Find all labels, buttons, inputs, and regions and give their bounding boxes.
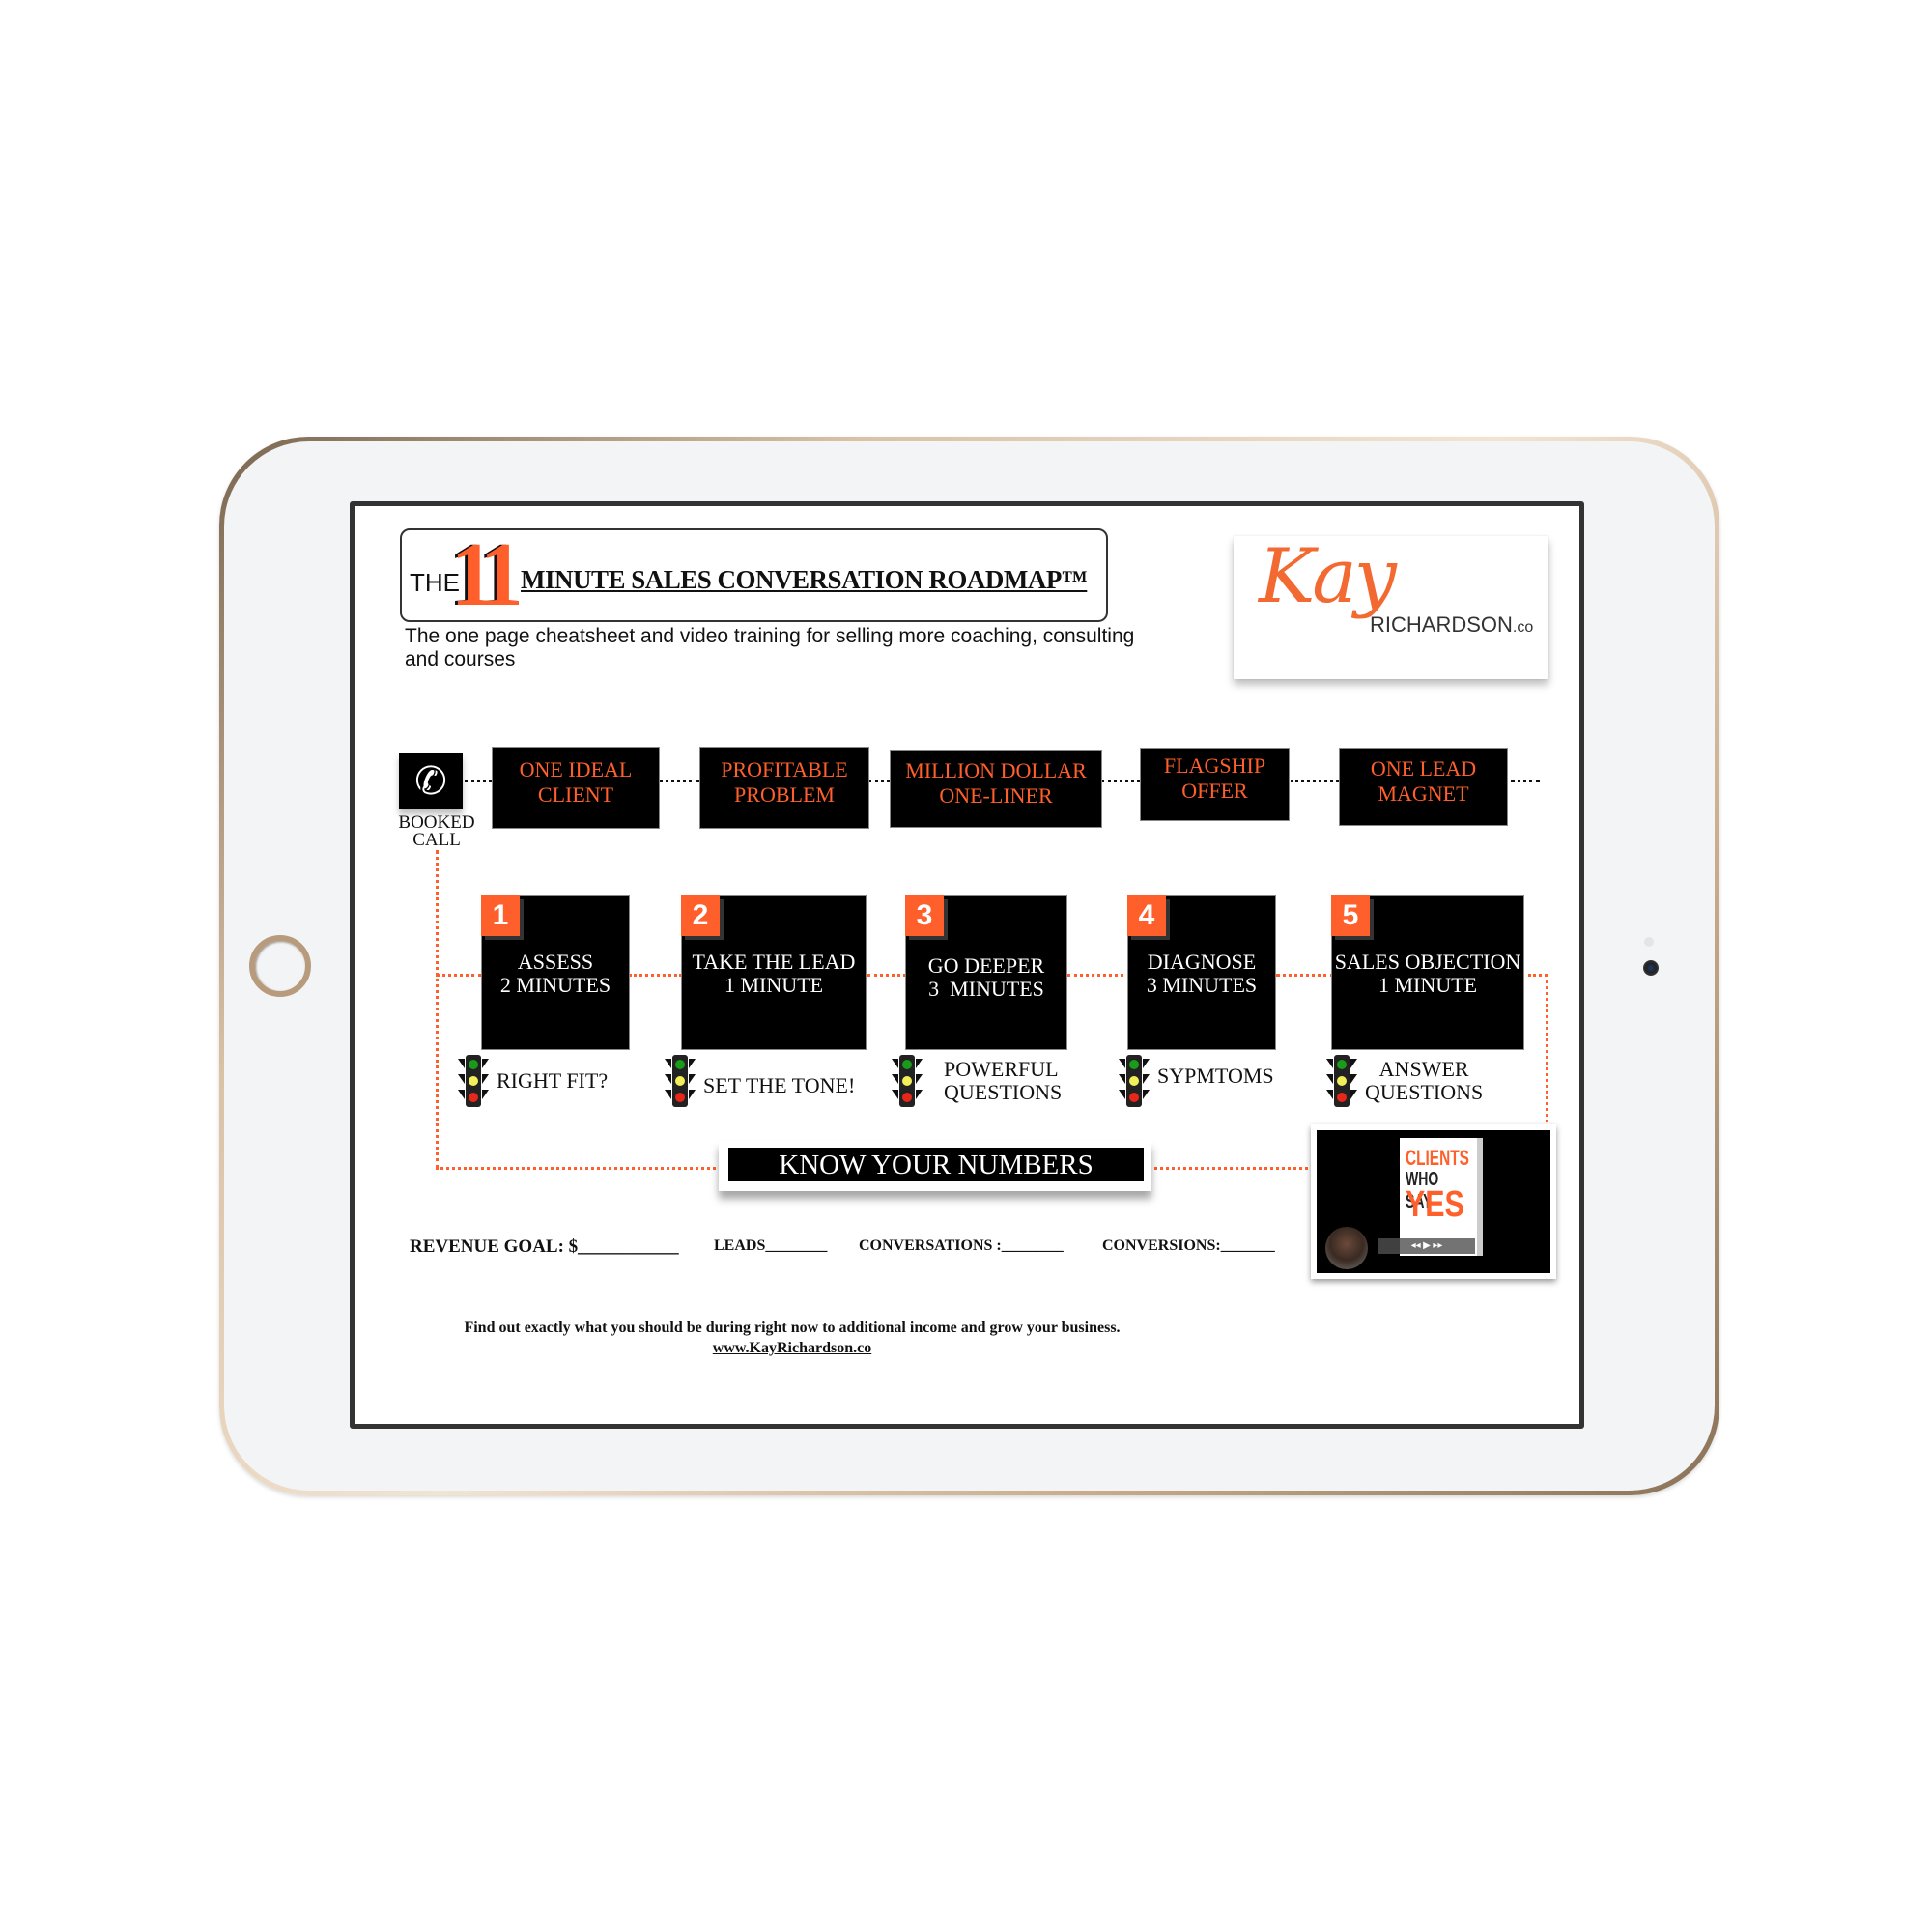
traffic-light-icon — [892, 1055, 923, 1107]
step-number-badge: 4 — [1127, 895, 1166, 936]
conversions-field[interactable]: CONVERSIONS:_______ — [1102, 1237, 1275, 1255]
traffic-light-icon — [1119, 1055, 1150, 1107]
step-duration: 3 MINUTES — [928, 977, 1044, 1001]
step-title: DIAGNOSE — [1147, 950, 1257, 974]
traffic-light-icon — [665, 1055, 696, 1107]
foundation-line1: ONE IDEAL — [519, 756, 633, 781]
traffic-light-icon — [458, 1055, 489, 1107]
hint-text: POWERFUL — [944, 1057, 1059, 1081]
player-controls[interactable]: ◂◂ ▶ ▸▸ — [1378, 1238, 1475, 1254]
hint-set-the-tone: SET THE TONE! — [665, 1055, 855, 1107]
revenue-goal-field[interactable]: REVENUE GOAL: $___________ — [410, 1236, 679, 1258]
foundation-line1: ONE LEAD — [1370, 755, 1477, 781]
hint-text: SYPMTOMS — [1157, 1064, 1274, 1088]
step-assess[interactable]: 1 ASSESS 2 MINUTES — [481, 895, 630, 1050]
path-bottom-left — [436, 1167, 716, 1170]
path-step-connector — [1067, 974, 1130, 977]
step-number-badge: 1 — [481, 895, 520, 936]
path-bottom-right — [1154, 1167, 1314, 1170]
logo-wordmark-text: RICHARDSON — [1370, 612, 1513, 637]
path-left-vertical — [436, 850, 439, 1169]
foundation-flagship-offer[interactable]: FLAGSHIP OFFER — [1140, 748, 1290, 821]
path-step-connector — [867, 974, 906, 977]
step-title: ASSESS — [517, 950, 594, 974]
logo-wordmark: RICHARDSON.co — [1370, 612, 1533, 638]
foundation-line2: CLIENT — [537, 781, 614, 807]
step-title: SALES OBJECTION — [1334, 950, 1521, 974]
footer-text: Find out exactly what you should be duri… — [464, 1320, 1121, 1336]
conversations-field[interactable]: CONVERSATIONS :________ — [859, 1237, 1064, 1255]
step-number-badge: 5 — [1331, 895, 1370, 936]
connector — [1101, 780, 1140, 782]
connector — [465, 780, 492, 782]
light-sensor — [1644, 937, 1654, 947]
step-title: GO DEEPER — [927, 953, 1045, 978]
foundation-line2: PROBLEM — [734, 781, 835, 807]
step-take-the-lead[interactable]: 2 TAKE THE LEAD 1 MINUTE — [681, 895, 867, 1050]
phone-icon: ✆ — [414, 758, 447, 803]
subtitle: The one page cheatsheet and video traini… — [405, 625, 1135, 670]
foundation-ideal-client[interactable]: ONE IDEAL CLIENT — [492, 747, 660, 829]
leads-field[interactable]: LEADS________ — [714, 1237, 827, 1255]
hint-text: QUESTIONS — [944, 1080, 1063, 1104]
presenter-avatar — [1325, 1227, 1368, 1269]
foundation-line1: MILLION DOLLAR — [905, 757, 1087, 782]
connector — [1511, 780, 1540, 782]
footer: Find out exactly what you should be duri… — [425, 1318, 1159, 1358]
booked-call-button[interactable]: ✆ — [399, 753, 463, 809]
foundation-line1: FLAGSHIP — [1163, 753, 1266, 778]
hint-text: QUESTIONS — [1365, 1080, 1484, 1104]
step-title: TAKE THE LEAD — [692, 950, 856, 974]
path-right-vertical — [1546, 974, 1548, 1128]
booked-call-label: BOOKED CALL — [386, 813, 487, 850]
foundation-line2: MAGNET — [1378, 781, 1469, 806]
foundation-line2: OFFER — [1181, 779, 1248, 803]
step-duration: 1 MINUTE — [1378, 973, 1478, 997]
hint-answer-questions: ANSWER QUESTIONS — [1326, 1055, 1483, 1107]
website-link[interactable]: www.KayRichardson.co — [713, 1340, 871, 1356]
hint-text: ANSWER — [1378, 1057, 1469, 1081]
step-number-badge: 3 — [905, 895, 944, 936]
book-title-line3: YES — [1406, 1184, 1464, 1225]
step-diagnose[interactable]: 4 DIAGNOSE 3 MINUTES — [1127, 895, 1276, 1050]
hint-text: SET THE TONE! — [703, 1073, 856, 1097]
camera-icon — [1643, 960, 1659, 976]
foundation-lead-magnet[interactable]: ONE LEAD MAGNET — [1339, 748, 1508, 826]
foundation-line1: PROFITABLE — [721, 756, 848, 781]
step-number-badge: 2 — [681, 895, 720, 936]
step-duration: 2 MINUTES — [499, 973, 611, 997]
connector — [868, 780, 890, 782]
step-duration: 3 MINUTES — [1146, 973, 1258, 997]
logo-suffix: .co — [1512, 619, 1534, 636]
hint-powerful-questions: POWERFUL QUESTIONS — [892, 1055, 1062, 1107]
path-step-connector — [1528, 974, 1548, 977]
hint-text: RIGHT FIT? — [497, 1068, 609, 1093]
foundation-one-liner[interactable]: MILLION DOLLAR ONE-LINER — [890, 750, 1102, 828]
title-number: 11 — [450, 525, 524, 625]
step-go-deeper[interactable]: 3 GO DEEPER 3 MINUTES — [905, 895, 1067, 1050]
step-duration: 1 MINUTE — [724, 973, 824, 997]
booked-label-line2: CALL — [412, 830, 461, 850]
foundation-line2: ONE-LINER — [939, 782, 1053, 808]
path-step-connector — [436, 974, 482, 977]
video-player[interactable]: CLIENTS WHO SAY YES ◂◂ ▶ ▸▸ — [1317, 1130, 1550, 1273]
home-button[interactable] — [249, 935, 311, 997]
connector — [659, 780, 699, 782]
path-step-connector — [629, 974, 682, 977]
logo-script: Kay — [1259, 533, 1397, 620]
book-title-line1: CLIENTS — [1406, 1146, 1469, 1170]
foundation-profitable-problem[interactable]: PROFITABLE PROBLEM — [699, 747, 869, 829]
page-title: MINUTE SALES CONVERSATION ROADMAP™ — [521, 565, 1088, 594]
hint-symptoms: SYPMTOMS — [1119, 1055, 1274, 1107]
connector — [1291, 780, 1339, 782]
know-your-numbers-heading: KNOW YOUR NUMBERS — [728, 1148, 1144, 1181]
step-sales-objection[interactable]: 5 SALES OBJECTION 1 MINUTE — [1331, 895, 1524, 1050]
path-step-connector — [1276, 974, 1334, 977]
hint-right-fit: RIGHT FIT? — [458, 1055, 608, 1107]
traffic-light-icon — [1326, 1055, 1357, 1107]
